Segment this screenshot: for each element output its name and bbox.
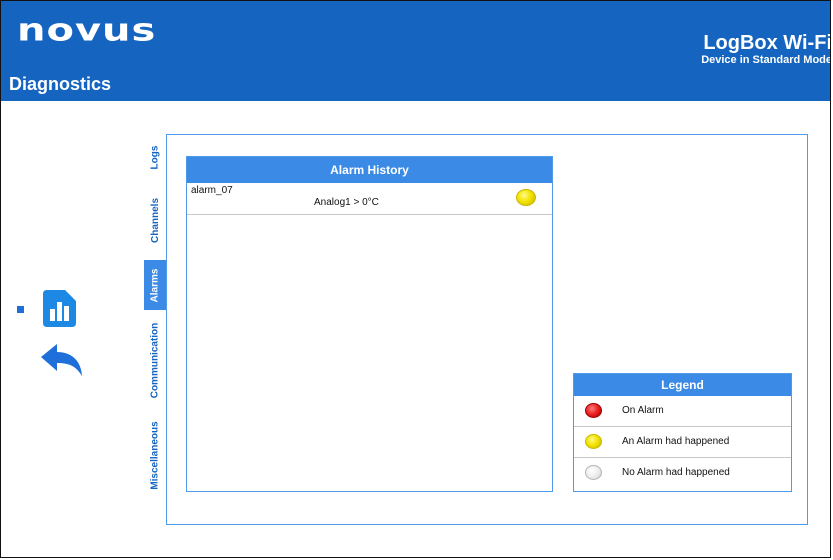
tab-communication[interactable]: Communication	[144, 310, 166, 410]
legend-item: No Alarm had happened	[574, 458, 791, 489]
alarm-history-panel: Alarm History alarm_07 Analog1 > 0°C	[186, 156, 553, 492]
legend-item: On Alarm	[574, 396, 791, 427]
tab-alarms-label: Alarms	[149, 268, 161, 302]
novus-logo: novus	[17, 12, 157, 49]
alarm-name: alarm_07	[191, 185, 233, 196]
legend-item-label: No Alarm had happened	[622, 467, 730, 478]
selected-marker	[17, 306, 24, 313]
red-led-icon	[585, 403, 602, 418]
side-tabs: Logs Channels Alarms Communication Misce…	[144, 134, 166, 500]
tab-miscellaneous-label: Miscellaneous	[149, 420, 161, 490]
back-arrow-icon[interactable]	[39, 343, 83, 377]
alarm-condition: Analog1 > 0°C	[314, 197, 379, 208]
tab-channels[interactable]: Channels	[144, 180, 166, 260]
legend-title: Legend	[574, 374, 791, 396]
tab-miscellaneous[interactable]: Miscellaneous	[144, 410, 166, 500]
tab-logs-label: Logs	[149, 145, 161, 169]
legend-item-label: On Alarm	[622, 405, 664, 416]
page-title: Diagnostics	[9, 74, 112, 94]
alarm-status-led-icon[interactable]	[516, 189, 536, 206]
yellow-led-icon	[585, 434, 602, 449]
device-title: LogBox Wi-Fi	[703, 32, 831, 54]
legend-item: An Alarm had happened	[574, 427, 791, 458]
device-mode: Device in Standard Mode	[701, 54, 831, 66]
header-bar: novus Diagnostics LogBox Wi-Fi Device in…	[1, 1, 831, 101]
app-window: novus Diagnostics LogBox Wi-Fi Device in…	[0, 0, 831, 558]
tab-channels-label: Channels	[149, 197, 161, 243]
bar-chart-icon[interactable]	[43, 290, 76, 327]
alarm-history-title: Alarm History	[187, 157, 552, 183]
legend-item-label: An Alarm had happened	[622, 436, 730, 447]
tab-logs[interactable]: Logs	[144, 134, 166, 180]
tab-alarms[interactable]: Alarms	[144, 260, 166, 310]
tab-communication-label: Communication	[149, 322, 161, 398]
alarm-row[interactable]: alarm_07 Analog1 > 0°C	[187, 183, 552, 215]
legend-panel: Legend On Alarm An Alarm had happened No…	[573, 373, 792, 492]
gray-led-icon	[585, 465, 602, 480]
